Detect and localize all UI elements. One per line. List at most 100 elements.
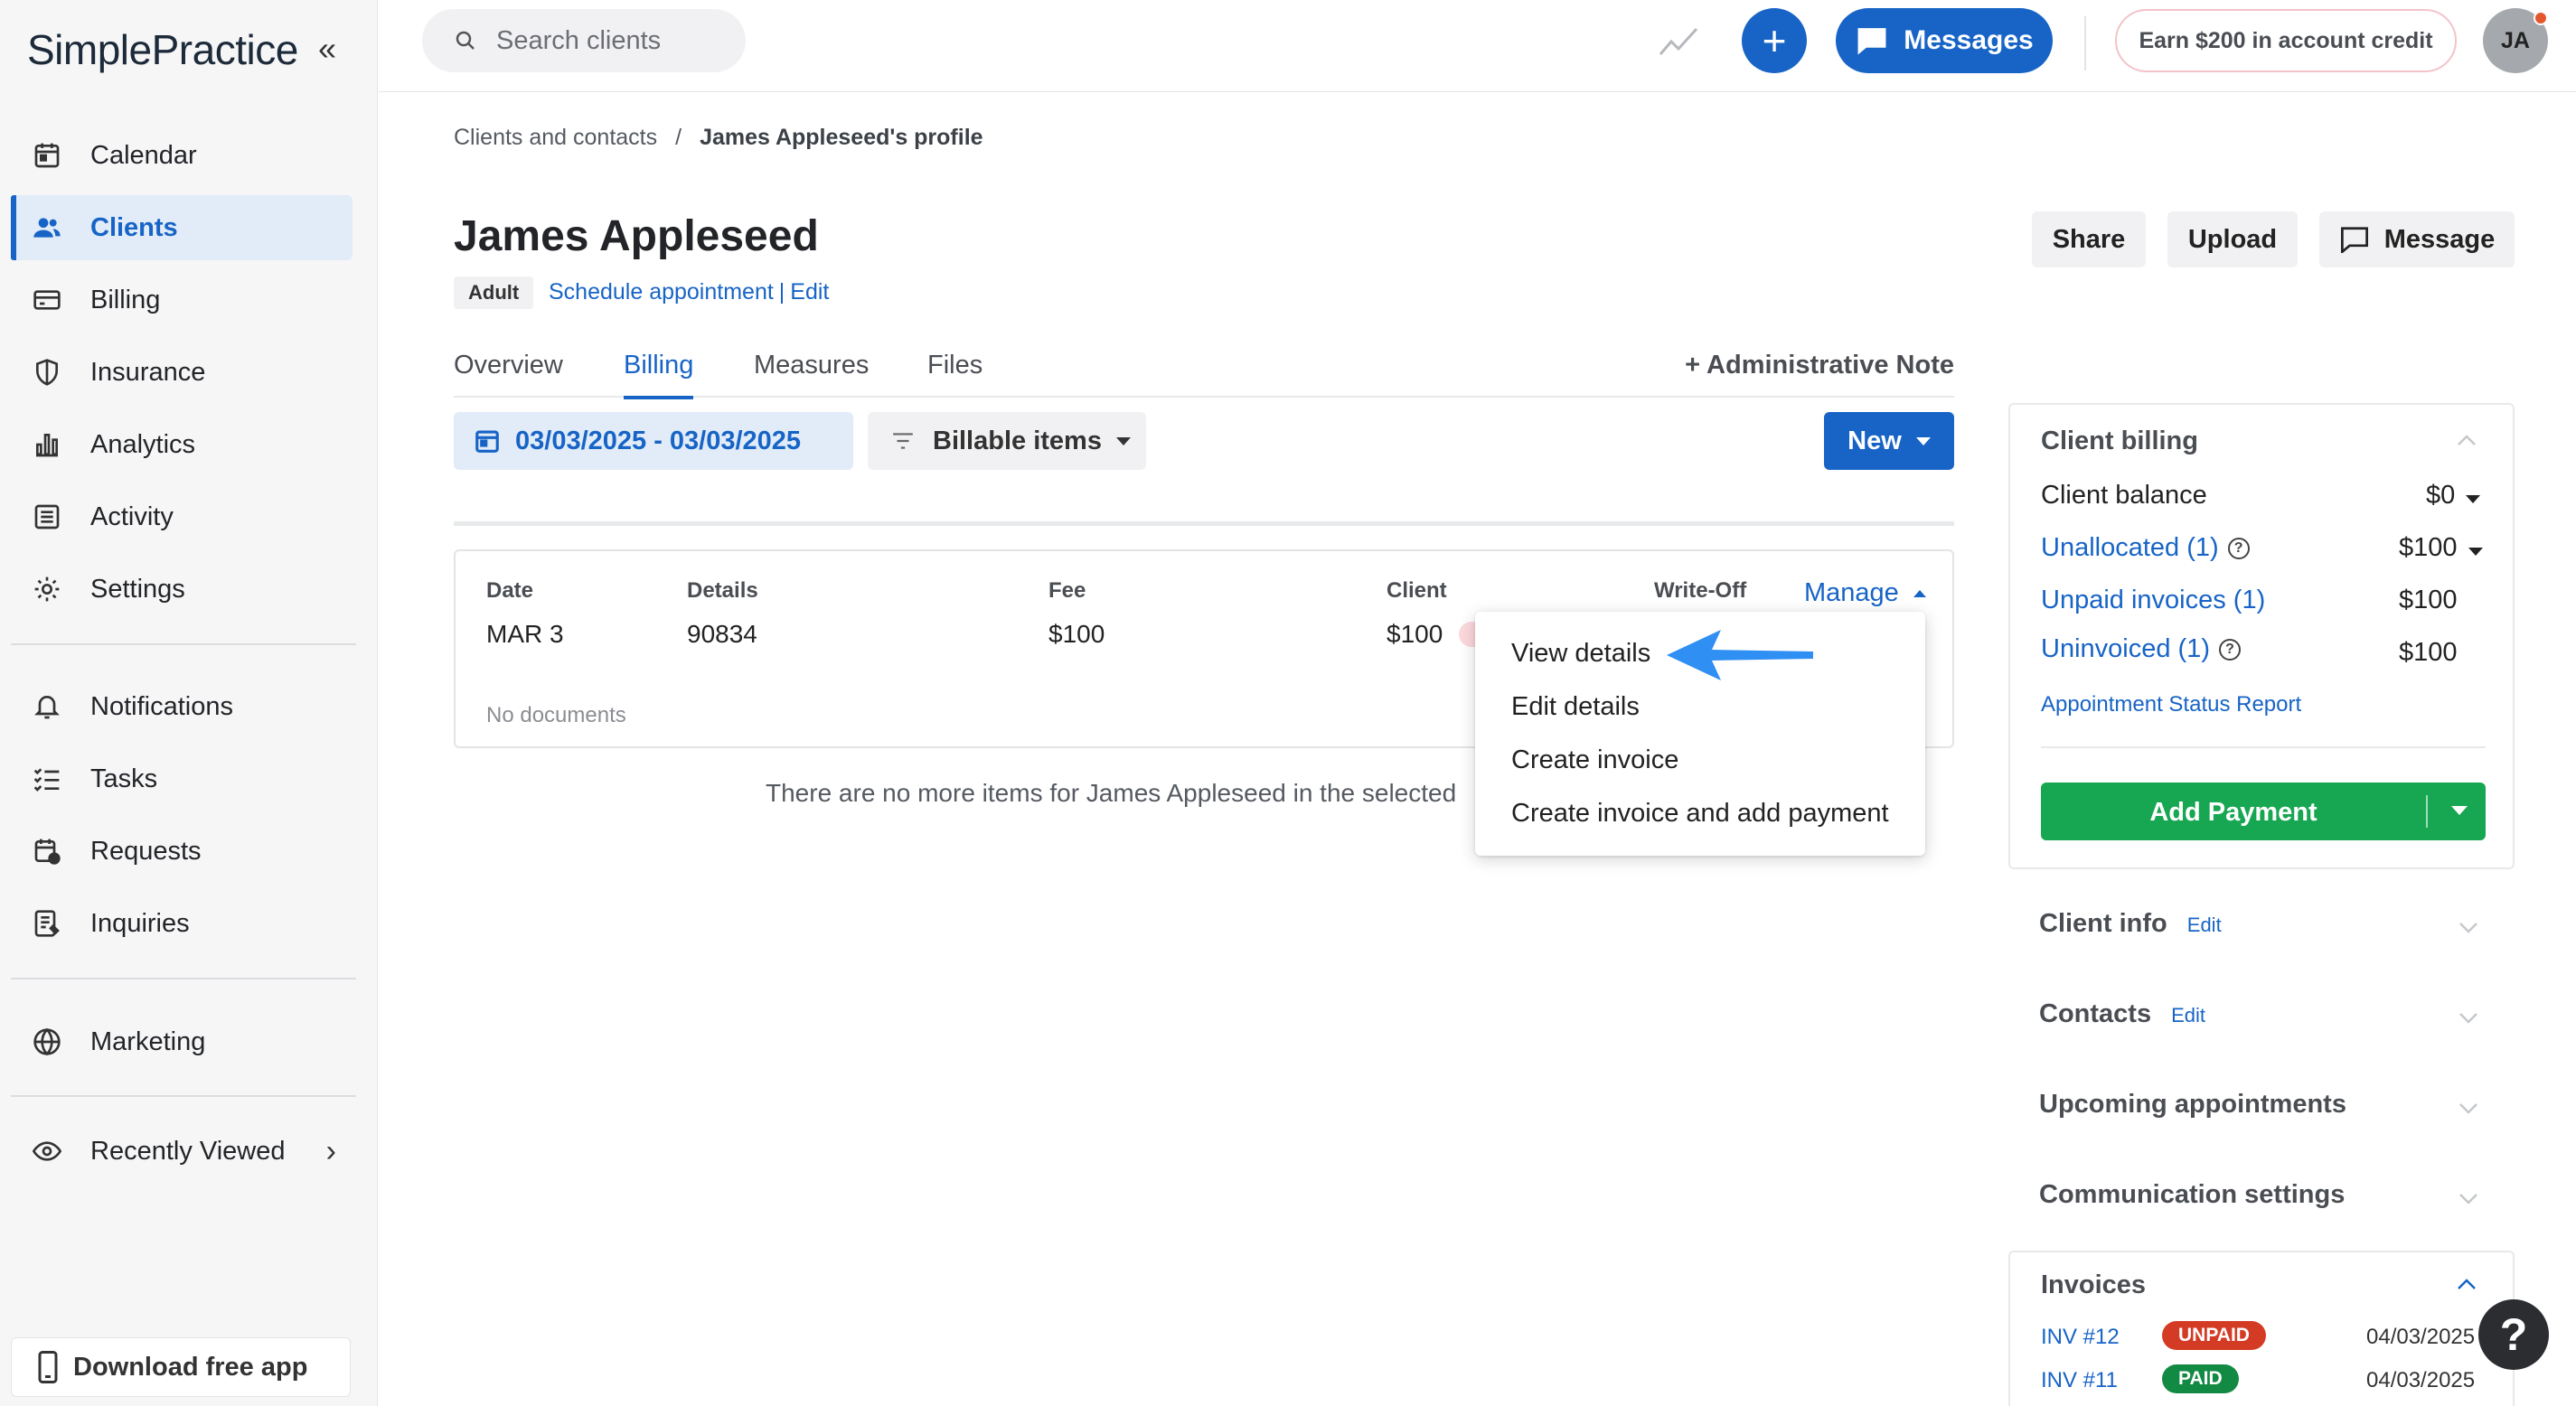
unallocated-amount: $100	[2399, 533, 2458, 562]
invoice-row[interactable]: INV #11 PAID 04/03/2025	[2041, 1364, 2511, 1397]
upload-button[interactable]: Upload	[2167, 211, 2298, 267]
tab-files[interactable]: Files	[927, 351, 982, 398]
new-button-label: New	[1847, 426, 1902, 455]
client-info-edit-link[interactable]: Edit	[2187, 914, 2222, 936]
tab-billing[interactable]: Billing	[624, 351, 694, 399]
client-balance-value[interactable]: $0	[2426, 481, 2481, 511]
sidebar-item-activity[interactable]: Activity	[11, 484, 353, 549]
trend-icon[interactable]	[1659, 23, 1698, 60]
breadcrumb: Clients and contacts / James Appleseed's p…	[454, 125, 983, 151]
invoice-number-link[interactable]: INV #12	[2041, 1325, 2120, 1350]
sidebar-item-clients[interactable]: Clients	[11, 195, 353, 260]
calendar-plus-icon	[31, 835, 63, 867]
invoice-number-link[interactable]: INV #11	[2041, 1368, 2118, 1393]
chevron-right-icon: ›	[325, 1133, 336, 1168]
edit-client-link[interactable]: Edit	[790, 279, 829, 305]
filter-icon	[893, 433, 913, 449]
sidebar-item-settings[interactable]: Settings	[11, 557, 353, 622]
client-balance-label: Client balance	[2041, 481, 2207, 510]
unpaid-invoices-link[interactable]: Unpaid invoices (1)	[2041, 586, 2265, 615]
date-range-picker[interactable]: 03/03/2025 - 03/03/2025	[454, 412, 853, 470]
no-documents-text: No documents	[486, 703, 626, 727]
client-balance-amount: $0	[2426, 481, 2456, 510]
messages-button[interactable]: Messages	[1836, 8, 2053, 73]
chevron-down-icon[interactable]	[2458, 1012, 2478, 1025]
invoice-row[interactable]: INV #12 UNPAID 04/03/2025	[2041, 1321, 2511, 1354]
item-details[interactable]: 90834	[687, 620, 757, 649]
section-title: Communication settings	[2039, 1180, 2346, 1209]
tab-overview[interactable]: Overview	[454, 351, 563, 398]
menu-item-create-invoice-add-payment[interactable]: Create invoice and add payment	[1511, 799, 1889, 829]
unallocated-link[interactable]: Unallocated (1)?	[2041, 533, 2250, 563]
tab-measures[interactable]: Measures	[754, 351, 869, 398]
status-badge: UNPAID	[2162, 1321, 2266, 1350]
quick-add-button[interactable]: +	[1742, 8, 1807, 73]
schedule-appointment-link[interactable]: Schedule appointment	[549, 279, 774, 305]
sidebar-item-notifications[interactable]: Notifications	[11, 674, 353, 739]
sidebar-item-recently-viewed[interactable]: Recently Viewed ›	[11, 1119, 353, 1184]
help-button[interactable]: ?	[2478, 1299, 2549, 1370]
no-more-items-text: There are no more items for James Apples…	[766, 779, 1457, 807]
menu-item-create-invoice[interactable]: Create invoice	[1511, 745, 1678, 775]
search-input[interactable]: Search clients	[422, 9, 746, 72]
chevron-down-icon[interactable]	[2458, 922, 2478, 934]
chat-icon	[1857, 28, 1886, 55]
message-button-label: Message	[2383, 224, 2496, 254]
billable-items-filter[interactable]: Billable items	[868, 412, 1146, 470]
chevron-up-icon[interactable]	[2457, 434, 2477, 446]
chevron-up-icon[interactable]	[2457, 1278, 2477, 1290]
sidebar: SimplePractice « Calendar Clients Billin…	[0, 0, 378, 1406]
sidebar-item-label: Tasks	[90, 764, 158, 793]
chevron-up-icon	[1913, 589, 1926, 597]
uninvoiced-value: $100	[2399, 638, 2458, 667]
uninvoiced-link[interactable]: Uninvoiced (1)?	[2041, 634, 2241, 664]
messages-label: Messages	[1904, 25, 2034, 55]
sidebar-item-label: Inquiries	[90, 908, 190, 938]
item-date: MAR 3	[486, 620, 564, 648]
date-range-value: 03/03/2025 - 03/03/2025	[515, 426, 802, 455]
double-chevron-left-icon[interactable]: «	[311, 33, 343, 67]
invoice-date: 04/03/2025	[2366, 1325, 2476, 1349]
sidebar-item-tasks[interactable]: Tasks	[11, 746, 353, 811]
help-circle-icon[interactable]: ?	[2218, 639, 2241, 661]
earn-credit-button[interactable]: Earn $200 in account credit	[2115, 9, 2457, 72]
help-circle-icon[interactable]: ?	[2227, 538, 2250, 560]
chevron-down-icon[interactable]	[2458, 1102, 2478, 1115]
menu-item-view-details[interactable]: View details	[1511, 639, 1650, 669]
sidebar-item-analytics[interactable]: Analytics	[11, 412, 353, 477]
menu-item-edit-details[interactable]: Edit details	[1511, 692, 1640, 722]
unallocated-value[interactable]: $100	[2399, 533, 2483, 563]
share-button[interactable]: Share	[2032, 211, 2146, 267]
simplepractice-logo[interactable]: SimplePractice	[27, 25, 298, 74]
status-badge: PAID	[2162, 1364, 2239, 1393]
sidebar-item-insurance[interactable]: Insurance	[11, 340, 353, 405]
sidebar-item-label: Notifications	[90, 691, 233, 721]
gear-icon	[31, 573, 63, 605]
section-upcoming-appointments[interactable]: Upcoming appointments	[2039, 1090, 2486, 1144]
invoices-title: Invoices	[2041, 1270, 2147, 1299]
contacts-edit-link[interactable]: Edit	[2171, 1004, 2205, 1026]
new-button[interactable]: New	[1824, 412, 1954, 470]
add-payment-button[interactable]: Add Payment	[2041, 783, 2486, 840]
sidebar-item-label: Clients	[90, 212, 178, 242]
breadcrumb-separator: /	[675, 125, 682, 150]
manage-button[interactable]: Manage	[1804, 578, 1926, 608]
sidebar-item-inquiries[interactable]: Inquiries	[11, 891, 353, 956]
sidebar-item-requests[interactable]: Requests	[11, 819, 353, 884]
download-app-button[interactable]: Download free app	[11, 1337, 351, 1397]
section-client-info[interactable]: Client info Edit	[2039, 909, 2486, 963]
sidebar-item-billing[interactable]: Billing	[11, 267, 353, 333]
chevron-down-icon	[2466, 495, 2481, 503]
section-contacts[interactable]: Contacts Edit	[2039, 999, 2486, 1054]
breadcrumb-parent-link[interactable]: Clients and contacts	[454, 125, 657, 150]
sidebar-item-marketing[interactable]: Marketing	[11, 1009, 353, 1074]
chevron-down-icon[interactable]	[2458, 1193, 2478, 1205]
administrative-note-button[interactable]: + Administrative Note	[1685, 351, 1954, 380]
message-button[interactable]: Message	[2319, 211, 2515, 267]
section-communication-settings[interactable]: Communication settings	[2039, 1180, 2486, 1234]
search-placeholder: Search clients	[496, 25, 662, 55]
sidebar-item-calendar[interactable]: Calendar	[11, 123, 353, 188]
appointment-status-report-link[interactable]: Appointment Status Report	[2041, 692, 2301, 717]
sidebar-divider	[11, 643, 356, 645]
chevron-down-icon[interactable]	[2451, 806, 2468, 815]
